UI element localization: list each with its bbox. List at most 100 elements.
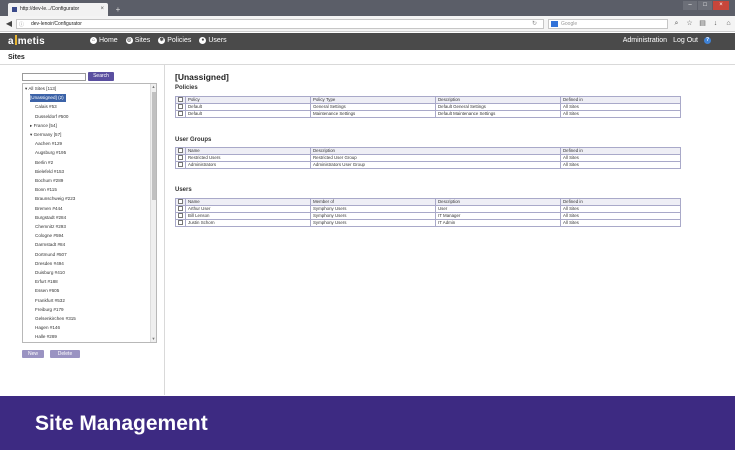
row-select-cell <box>175 110 186 118</box>
scroll-down-icon[interactable]: ▼ <box>151 336 156 342</box>
policies-table: Policy Policy Type Description Defined in De… <box>175 96 681 118</box>
column-header[interactable]: Description <box>310 147 561 155</box>
tree-item[interactable]: [Unassigned] (2) <box>30 94 66 103</box>
tree-item[interactable]: Dortmund #507 <box>35 251 67 259</box>
minimize-button[interactable]: – <box>683 1 697 10</box>
user-icon: ● <box>199 37 207 44</box>
tree-item[interactable]: Dresden #494 <box>35 260 64 268</box>
tree-item[interactable]: Halle #289 <box>35 333 57 341</box>
tree-item[interactable]: Freiburg #179 <box>35 306 64 314</box>
column-header[interactable]: Name <box>185 147 311 155</box>
column-header[interactable]: Description <box>435 96 561 104</box>
scroll-thumb[interactable] <box>152 92 156 200</box>
tree-item[interactable]: Braunschweig #223 <box>35 195 75 203</box>
magnifier-icon[interactable]: ⌕ <box>672 19 681 29</box>
table-row[interactable]: Restricted Users Restricted User Group All… <box>175 154 681 162</box>
nav-sites[interactable]: ◎ Sites <box>125 37 150 44</box>
table-header-row: Name Member of Description Defined in <box>175 198 681 206</box>
close-window-button[interactable]: × <box>713 1 729 10</box>
site-search-input[interactable] <box>22 73 86 81</box>
select-all-checkbox[interactable] <box>178 148 183 154</box>
browser-search-field[interactable]: Google <box>548 19 668 29</box>
column-header[interactable]: Defined in <box>560 96 681 104</box>
row-checkbox[interactable] <box>178 206 183 212</box>
bookmark-star-icon[interactable]: ☆ <box>685 19 694 29</box>
row-select-cell <box>175 154 186 162</box>
tree-item[interactable]: Hagen #146 <box>35 324 60 332</box>
page-title: Sites <box>8 54 25 61</box>
address-bar[interactable]: ⓘ dev-lenoir/Configurator ↻ <box>16 19 544 29</box>
library-icon[interactable]: ▤ <box>698 19 707 29</box>
home-browser-icon[interactable]: ⌂ <box>724 19 733 29</box>
tree-item[interactable]: Gelsenkirchen #315 <box>35 315 76 323</box>
tree-item[interactable]: Burgstadt #284 <box>35 214 66 222</box>
tree-item[interactable]: Essen #605 <box>35 287 59 295</box>
maximize-button[interactable]: □ <box>698 1 712 10</box>
site-info-icon[interactable]: ⓘ <box>19 21 24 29</box>
search-engine-icon[interactable] <box>551 21 558 27</box>
column-header[interactable]: Member of <box>310 198 436 206</box>
row-checkbox[interactable] <box>178 162 183 168</box>
tree-item[interactable]: Augsburg #195 <box>35 149 66 157</box>
column-header[interactable]: Policy <box>185 96 311 104</box>
table-row[interactable]: Default General Settings Default General S… <box>175 103 681 111</box>
new-site-button[interactable]: New <box>22 350 44 358</box>
tree-item[interactable]: Duisburg #410 <box>35 269 65 277</box>
tree-item[interactable]: Calais #53 <box>35 103 57 111</box>
row-checkbox[interactable] <box>178 220 183 226</box>
tree-item[interactable]: Frankfurt #532 <box>35 297 65 305</box>
table-row[interactable]: Administrators Administrators User Group A… <box>175 161 681 169</box>
tree-item[interactable]: Erfurt #188 <box>35 278 58 286</box>
help-icon[interactable]: ? <box>704 37 711 44</box>
nav-home[interactable]: ⌂ Home <box>90 37 118 44</box>
logout-link[interactable]: Log Out <box>673 37 698 44</box>
tree-item[interactable]: Dusseldorf #500 <box>35 113 68 121</box>
column-header[interactable]: Defined in <box>560 198 681 206</box>
tree-item[interactable]: Bonn #115 <box>35 186 57 194</box>
row-checkbox[interactable] <box>178 155 183 161</box>
favicon-icon <box>12 7 17 12</box>
new-tab-button[interactable]: + <box>112 5 124 14</box>
delete-site-button[interactable]: Delete <box>50 350 80 358</box>
tree-item[interactable]: Cologne #594 <box>35 232 64 240</box>
column-header[interactable]: Defined in <box>560 147 681 155</box>
tree-item[interactable]: Berlin #2 <box>35 159 53 167</box>
nav-policies[interactable]: ✱ Policies <box>158 37 191 44</box>
column-header[interactable]: Policy Type <box>310 96 436 104</box>
row-checkbox[interactable] <box>178 213 183 219</box>
search-button[interactable]: Search <box>88 72 114 81</box>
reload-icon[interactable]: ↻ <box>532 20 537 28</box>
tree-item[interactable]: Chemnitz #293 <box>35 223 66 231</box>
browser-tab[interactable]: http://dev-le.../Configurator × <box>8 3 108 16</box>
select-all-checkbox[interactable] <box>178 97 183 103</box>
table-cell: All Sites <box>560 219 681 227</box>
tree-item[interactable]: ▾ Germany [57] <box>30 131 61 139</box>
tree-item[interactable]: Bremen #444 <box>35 205 63 213</box>
tree-item[interactable]: ▾ All Sites [113] <box>25 85 56 93</box>
tree-item[interactable]: ▸ France [54] <box>30 122 57 130</box>
column-header[interactable]: Description <box>435 198 561 206</box>
row-checkbox[interactable] <box>178 111 183 117</box>
administration-link[interactable]: Administration <box>623 37 667 44</box>
download-icon[interactable]: ↓ <box>711 19 720 29</box>
select-all-checkbox[interactable] <box>178 199 183 205</box>
tree-scrollbar[interactable]: ▲ ▼ <box>150 84 156 342</box>
site-tree[interactable]: Halle #289 Hagen #146 Gelsenkirchen #315 Fr… <box>22 83 157 343</box>
table-row[interactable]: Arthur User Symphony Users User All Sites <box>175 205 681 213</box>
users-table: Name Member of Description Defined in Arthur… <box>175 198 681 227</box>
tree-item[interactable]: Bielefeld #153 <box>35 168 64 176</box>
tree-item[interactable]: Darmstadt #84 <box>35 241 65 249</box>
table-row[interactable]: Default Maintenance Settings Default Maint… <box>175 110 681 118</box>
column-header[interactable]: Name <box>185 198 311 206</box>
tree-item[interactable]: Bochum #289 <box>35 177 63 185</box>
nav-users[interactable]: ● Users <box>199 37 227 44</box>
table-row[interactable]: Justin Schorn Symphony Users IT Admin All S… <box>175 219 681 227</box>
table-row[interactable]: Bill Lenson Symphony Users IT Manager All S… <box>175 212 681 220</box>
tab-close-icon[interactable]: × <box>100 3 104 16</box>
back-arrow-icon[interactable]: ◀ <box>4 19 14 29</box>
table-cell: Arthur User <box>185 205 311 213</box>
row-checkbox[interactable] <box>178 104 183 110</box>
scroll-up-icon[interactable]: ▲ <box>151 84 156 90</box>
tree-item[interactable]: Aachen #129 <box>35 140 62 148</box>
app-logo[interactable]: a metis <box>8 35 45 47</box>
